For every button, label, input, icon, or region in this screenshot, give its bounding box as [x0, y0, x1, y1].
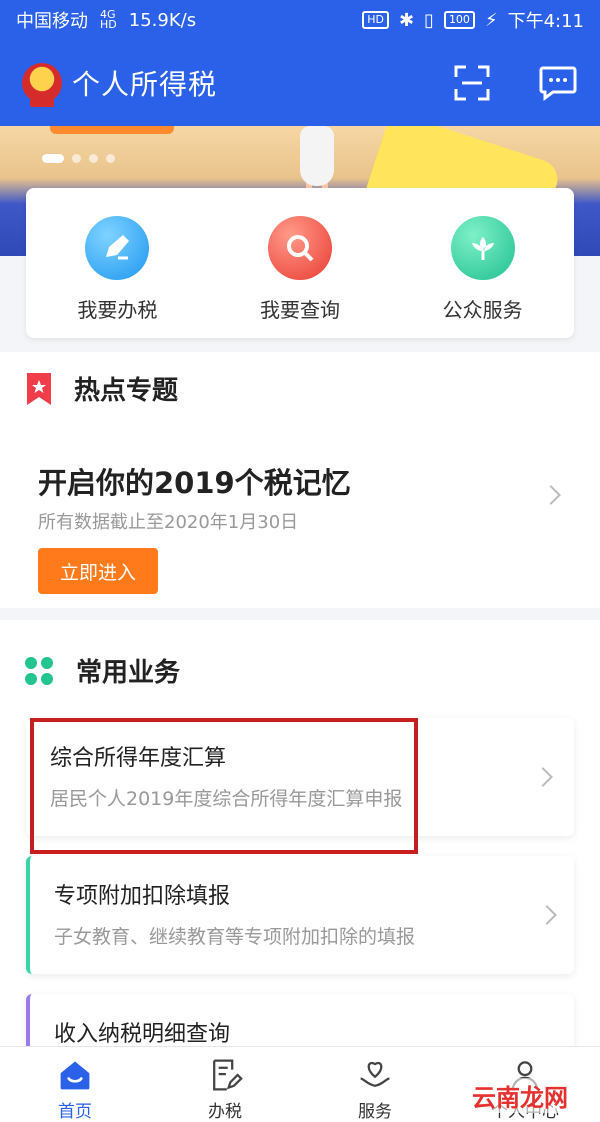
section-title: 热点专题 [74, 376, 179, 406]
hot-topics-section: 热点专题 开启你的2019个税记忆 所有数据截止至2020年1月30日 立即进入 [0, 352, 600, 608]
quick-actions-card: 我要办税 我要查询 公众服务 [26, 188, 574, 338]
quick-action-label: 公众服务 [442, 298, 523, 322]
hd-badge: HD [362, 11, 389, 29]
network-badge: 4G HD [100, 8, 117, 31]
hot-topic-subtitle: 所有数据截止至2020年1月30日 [38, 512, 299, 533]
banner-pagination [42, 154, 115, 163]
watermark-text: 云南龙网 [470, 1078, 570, 1113]
tab-service[interactable]: 服务 [300, 1047, 450, 1122]
quick-action-label: 我要查询 [260, 298, 340, 322]
flower-icon [450, 216, 515, 280]
banner-person-illustration [300, 126, 334, 186]
tab-home[interactable]: 首页 [0, 1047, 150, 1122]
quick-action-tax[interactable]: 我要办税 [26, 188, 209, 338]
message-button[interactable] [538, 63, 578, 103]
tab-label: 办税 [208, 1102, 242, 1122]
message-icon [539, 66, 577, 101]
business-item-special-deduction[interactable]: 专项附加扣除填报 子女教育、继续教育等专项附加扣除的填报 [26, 856, 574, 974]
common-business-header: 常用业务 [0, 652, 600, 689]
tax-emblem-icon [22, 63, 62, 107]
business-item-title: 专项附加扣除填报 [54, 884, 231, 909]
hot-topics-header: 热点专题 [0, 370, 600, 407]
battery-icon: 100 [443, 11, 475, 29]
chevron-right-icon[interactable] [541, 485, 561, 505]
app-header: 个人所得税 [0, 40, 600, 126]
scan-icon [454, 65, 490, 101]
heart-hand-icon [360, 1061, 390, 1087]
tab-label: 首页 [58, 1102, 92, 1122]
document-edit-icon [213, 1059, 243, 1091]
business-item-desc: 子女教育、继续教育等专项附加扣除的填报 [54, 926, 416, 948]
pagination-dot [42, 154, 64, 163]
section-title: 常用业务 [76, 658, 181, 688]
business-item-income-query[interactable]: 收入纳税明细查询 [26, 994, 574, 1046]
charging-icon: ⚡ [484, 9, 498, 31]
hot-topic-headline[interactable]: 开启你的2019个税记忆 [38, 460, 351, 502]
chevron-right-icon [537, 905, 557, 925]
home-icon [60, 1061, 90, 1090]
bookmark-star-icon [27, 372, 51, 405]
business-item-title: 收入纳税明细查询 [54, 1022, 231, 1046]
app-title: 个人所得税 [72, 68, 218, 101]
tab-tax[interactable]: 办税 [150, 1047, 300, 1122]
speed-text: 15.9K/s [128, 9, 197, 31]
vibrate-icon: ▯ [424, 9, 434, 31]
carrier-text: 中国移动 [16, 11, 88, 32]
pagination-dot [106, 154, 115, 163]
pagination-dot [72, 154, 81, 163]
banner-button-shape [50, 126, 174, 134]
tab-label: 服务 [358, 1102, 392, 1122]
pagination-dot [89, 154, 98, 163]
highlight-box [30, 718, 418, 854]
scan-button[interactable] [452, 63, 492, 103]
pen-icon [85, 216, 150, 280]
search-icon [268, 216, 332, 280]
four-leaf-icon [25, 656, 53, 685]
bluetooth-icon: ✱ [398, 9, 415, 31]
quick-action-public-service[interactable]: 公众服务 [391, 188, 574, 338]
quick-action-query[interactable]: 我要查询 [209, 188, 392, 338]
chevron-right-icon [533, 767, 553, 787]
enter-now-button[interactable]: 立即进入 [38, 548, 158, 594]
quick-action-label: 我要办税 [77, 298, 158, 322]
time-text: 下午4:11 [507, 11, 584, 32]
status-bar: 中国移动 4G HD 15.9K/s HD ✱ ▯ 100 ⚡ 下午4:11 [0, 0, 600, 40]
